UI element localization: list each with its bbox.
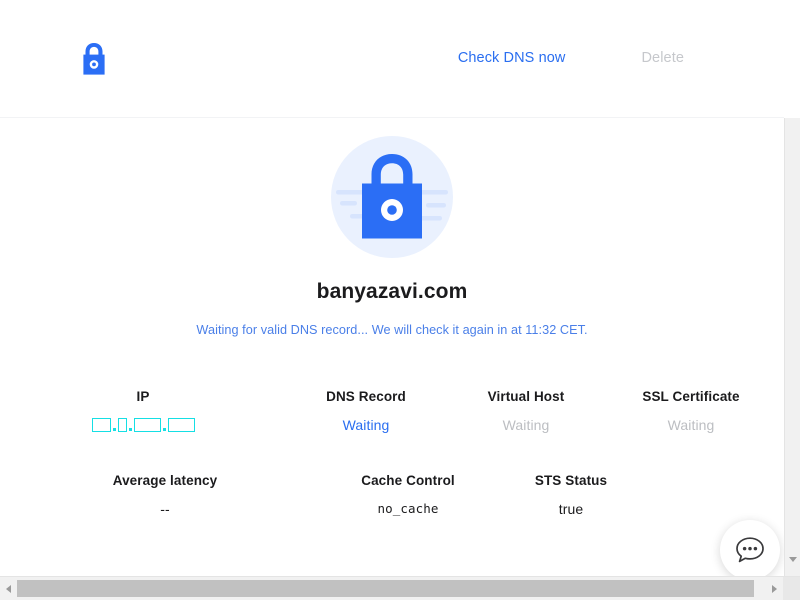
chat-bubble-icon: [735, 536, 765, 564]
stat-sts-status: STS Status true: [486, 473, 656, 517]
stat-value: Waiting: [667, 417, 715, 433]
chevron-left-icon: [6, 584, 11, 593]
stat-label: Virtual Host: [487, 389, 565, 404]
tofu-box: [133, 418, 161, 432]
stat-ip: IP: [0, 389, 286, 433]
dns-status-message: Waiting for valid DNS record... We will …: [196, 323, 588, 337]
chevron-down-icon: [788, 556, 797, 562]
stat-label: DNS Record: [326, 389, 406, 404]
stat-cache-control: Cache Control no_cache: [330, 473, 486, 517]
stat-dns-record: DNS Record Waiting: [286, 389, 446, 433]
stats-row-primary: IP DNS Record Waiting Virtual Host Waiti…: [0, 389, 784, 433]
stat-value: true: [558, 501, 584, 517]
tofu-dot: [128, 428, 132, 431]
stat-ssl-certificate: SSL Certificate Waiting: [606, 389, 776, 433]
delete-button[interactable]: Delete: [641, 50, 684, 66]
stat-value: Waiting: [342, 417, 390, 433]
main-content: banyazavi.com Waiting for valid DNS reco…: [0, 118, 784, 576]
stat-label: SSL Certificate: [642, 389, 740, 404]
chevron-right-icon: [772, 584, 777, 593]
stat-value-ip: [0, 416, 286, 432]
page-root: Check DNS now Delete banyazavi.com Waiti…: [0, 0, 800, 600]
vertical-scrollbar[interactable]: [784, 118, 800, 576]
horizontal-scrollbar-thumb[interactable]: [17, 580, 754, 597]
tofu-box: [167, 418, 195, 432]
tofu-dot: [162, 428, 166, 431]
stat-label: Average latency: [112, 473, 218, 488]
header-actions: Check DNS now Delete: [458, 50, 684, 66]
page-title: banyazavi.com: [316, 280, 468, 303]
stat-average-latency: Average latency --: [0, 473, 330, 517]
tofu-box: [91, 418, 111, 432]
stats-row-secondary: Average latency -- Cache Control no_cach…: [0, 473, 784, 517]
stat-virtual-host: Virtual Host Waiting: [446, 389, 606, 433]
stat-value: no_cache: [377, 501, 439, 516]
scroll-left-button[interactable]: [0, 577, 17, 600]
tofu-box: [117, 418, 127, 432]
chat-widget-button[interactable]: [720, 520, 780, 580]
scrollbar-corner: [783, 577, 800, 600]
stat-label: STS Status: [534, 473, 608, 488]
stat-value: Waiting: [502, 417, 550, 433]
tofu-dot: [112, 428, 116, 431]
stat-label: IP: [136, 389, 150, 404]
scroll-down-button[interactable]: [785, 552, 800, 566]
hero-section: banyazavi.com Waiting for valid DNS reco…: [0, 118, 784, 337]
horizontal-scrollbar[interactable]: [0, 576, 800, 600]
check-dns-now-button[interactable]: Check DNS now: [458, 50, 566, 66]
padlock-icon: [79, 41, 109, 77]
stat-value: --: [160, 501, 170, 517]
page-header: Check DNS now Delete: [0, 0, 784, 118]
scroll-right-button[interactable]: [766, 577, 783, 600]
stat-label: Cache Control: [361, 473, 455, 488]
padlock-badge-icon: [330, 135, 454, 259]
